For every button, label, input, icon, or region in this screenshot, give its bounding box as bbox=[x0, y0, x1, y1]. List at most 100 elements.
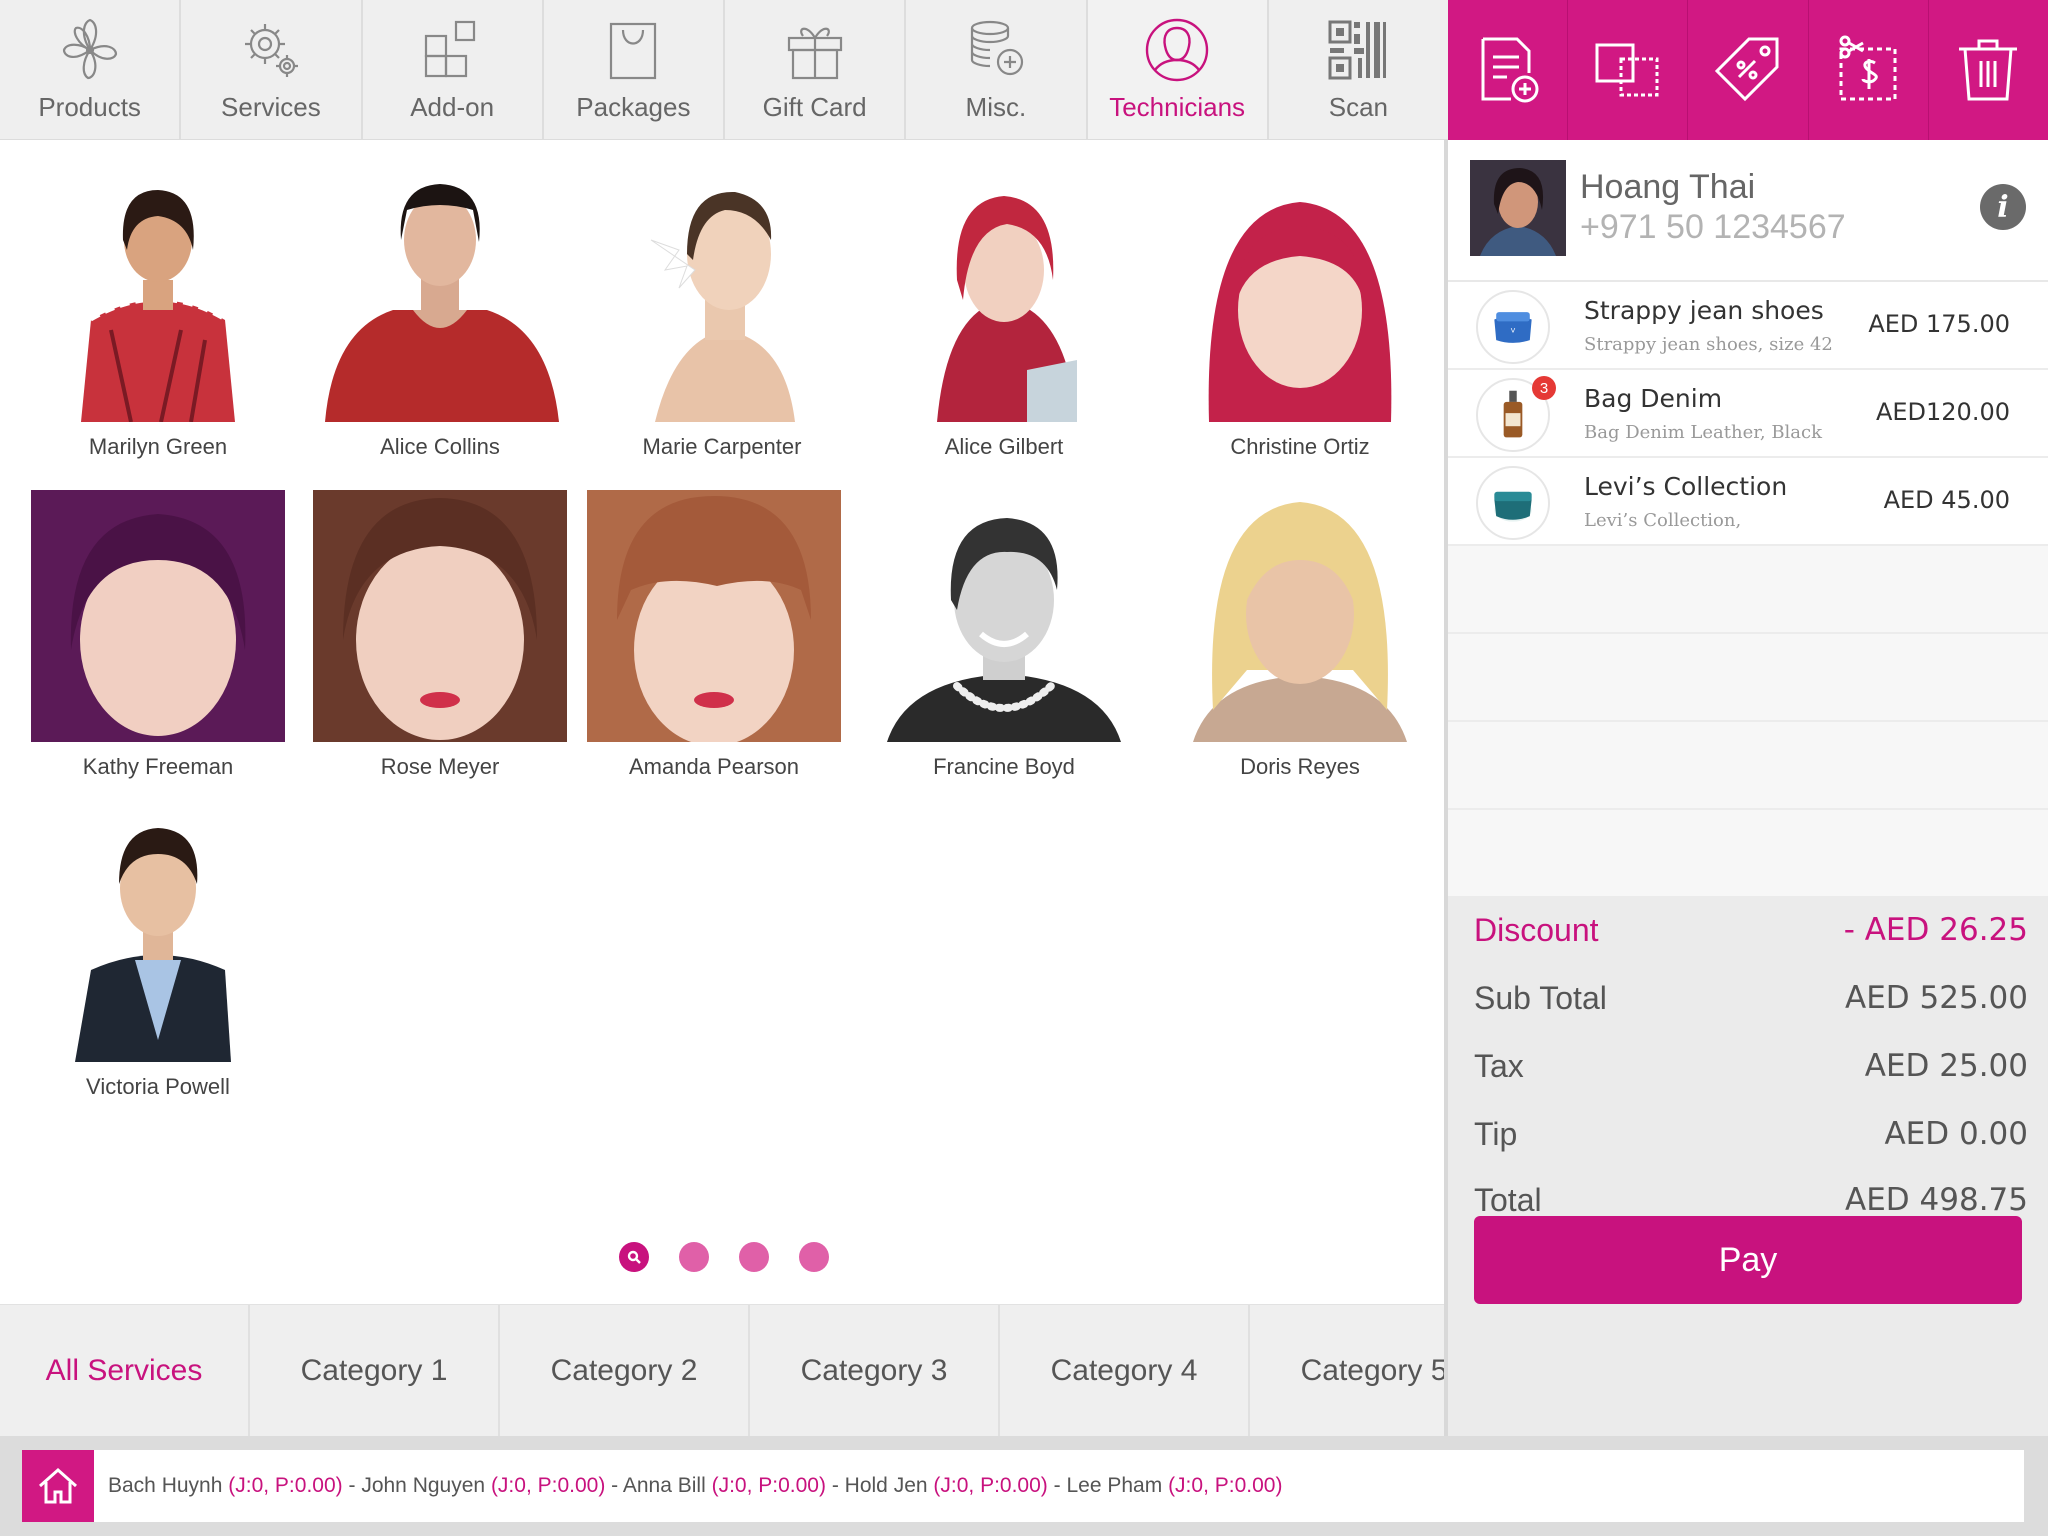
technician-name: Kathy Freeman bbox=[82, 754, 234, 779]
queue-tech-name[interactable]: Lee Pham bbox=[1066, 1474, 1162, 1497]
ticket-action-bar bbox=[1448, 0, 2048, 140]
queue-tech-name[interactable]: Bach Huynh bbox=[108, 1474, 222, 1497]
cart-item-price: AED 45.00 bbox=[1883, 486, 2010, 514]
page-indicator bbox=[0, 1242, 1444, 1272]
service-price-button[interactable] bbox=[1809, 0, 1929, 140]
technician-photo bbox=[31, 490, 285, 742]
product-thumbnail bbox=[1476, 466, 1550, 540]
tab-label: Products bbox=[38, 92, 141, 122]
technician-card[interactable]: Doris Reyes bbox=[1170, 490, 1430, 780]
queue-tech-name[interactable]: John Nguyen bbox=[361, 1474, 485, 1497]
technician-photo bbox=[1173, 170, 1427, 422]
tax-row: Tax AED 25.00 bbox=[1448, 1036, 2048, 1096]
discount-tag-icon bbox=[1714, 37, 1779, 102]
home-button[interactable] bbox=[22, 1450, 94, 1522]
technician-card[interactable]: Victoria Powell bbox=[28, 810, 288, 1100]
trash-icon bbox=[1959, 39, 2018, 101]
person-icon bbox=[1145, 18, 1209, 82]
technician-card[interactable]: Rose Meyer bbox=[310, 490, 570, 780]
category-item[interactable]: Category 1 bbox=[250, 1305, 500, 1436]
cart-item-desc: Strappy jean shoes, size 42 bbox=[1584, 334, 1833, 355]
tax-label: Tax bbox=[1474, 1047, 1524, 1084]
search-icon bbox=[627, 1250, 641, 1264]
tab-label: Scan bbox=[1328, 92, 1388, 122]
discount-label: Discount bbox=[1474, 911, 1599, 948]
cart-item[interactable]: V Strappy jean shoes Strappy jean shoes,… bbox=[1448, 282, 2048, 370]
tab-label: Add-on bbox=[410, 92, 495, 122]
tab-technicians[interactable]: Technicians bbox=[1087, 0, 1269, 139]
new-ticket-icon bbox=[1481, 37, 1539, 103]
split-ticket-button[interactable] bbox=[1568, 0, 1689, 140]
tip-row[interactable]: Tip AED 0.00 bbox=[1448, 1104, 2048, 1164]
queue-tech-name[interactable]: Anna Bill bbox=[623, 1474, 706, 1497]
page-dot[interactable] bbox=[679, 1242, 709, 1272]
tab-packages[interactable]: Packages bbox=[544, 0, 725, 139]
technician-name: Doris Reyes bbox=[1240, 754, 1360, 779]
cart-item[interactable]: Levi’s Collection Levi’s Collection, AED… bbox=[1448, 458, 2048, 546]
category-item[interactable]: Category 4 bbox=[1000, 1305, 1250, 1436]
service-price-icon bbox=[1839, 35, 1897, 101]
tab-add-on[interactable]: Add-on bbox=[363, 0, 544, 139]
tab-products[interactable]: Products bbox=[0, 0, 182, 139]
qr-code-icon bbox=[1328, 20, 1387, 80]
tab-scan[interactable]: Scan bbox=[1269, 0, 1448, 139]
cart-item-desc: Bag Denim Leather, Black bbox=[1584, 422, 1823, 443]
customer-header[interactable]: Hoang Thai +971 50 1234567 i bbox=[1448, 140, 2048, 282]
tab-services[interactable]: Services bbox=[181, 0, 363, 139]
tab-gift-card[interactable]: Gift Card bbox=[725, 0, 907, 139]
tab-misc[interactable]: Misc. bbox=[906, 0, 1088, 139]
page-dot[interactable] bbox=[739, 1242, 769, 1272]
tab-label: Packages bbox=[576, 92, 691, 122]
discount-button[interactable] bbox=[1688, 0, 1809, 140]
split-ticket-icon bbox=[1595, 43, 1659, 97]
new-ticket-button[interactable] bbox=[1448, 0, 1569, 140]
subtotal-label: Sub Total bbox=[1474, 979, 1607, 1016]
tab-label: Services bbox=[221, 92, 321, 122]
customer-info-button[interactable]: i bbox=[1980, 184, 2026, 230]
subtotal-value: AED 525.00 bbox=[1845, 980, 2028, 1016]
discount-value: - AED 26.25 bbox=[1843, 912, 2028, 948]
cart-item-name: Levi’s Collection bbox=[1584, 472, 1788, 501]
technician-card[interactable]: Marie Carpenter bbox=[592, 170, 852, 460]
pay-button[interactable]: Pay bbox=[1474, 1216, 2022, 1304]
product-thumbnail: 3 bbox=[1476, 376, 1556, 452]
page-dot[interactable] bbox=[799, 1242, 829, 1272]
technician-card[interactable]: Alice Gilbert bbox=[874, 170, 1134, 460]
category-item[interactable]: Category 2 bbox=[500, 1305, 750, 1436]
technician-card[interactable]: Amanda Pearson bbox=[584, 490, 844, 780]
technician-card[interactable]: Christine Ortiz bbox=[1170, 170, 1430, 460]
flower-icon bbox=[62, 18, 117, 80]
technician-grid: Marilyn Green Alice Collins Marie Carpen bbox=[0, 140, 1444, 1304]
cart-item[interactable]: 3 Bag Denim Bag Denim Leather, Black AED… bbox=[1448, 370, 2048, 458]
technician-name: Rose Meyer bbox=[380, 754, 500, 779]
svg-text:V: V bbox=[1511, 327, 1516, 335]
search-page-dot[interactable] bbox=[619, 1242, 649, 1272]
total-value: AED 498.75 bbox=[1845, 1182, 2028, 1218]
queue-tech-stat: (J:0, P:0.00) bbox=[228, 1474, 343, 1497]
technician-name: Amanda Pearson bbox=[629, 754, 799, 779]
technician-card[interactable]: Francine Boyd bbox=[874, 490, 1134, 780]
technician-name: Alice Collins bbox=[380, 434, 500, 459]
product-thumbnail: V bbox=[1476, 290, 1550, 364]
category-all-services[interactable]: All Services bbox=[0, 1305, 250, 1436]
home-icon bbox=[39, 1467, 77, 1504]
queue-text: Bach Huynh (J:0, P:0.00) - John Nguyen (… bbox=[108, 1474, 1282, 1498]
service-category-bar: All Services Category 1 Category 2 Categ… bbox=[0, 1304, 1444, 1436]
technician-photo bbox=[587, 490, 841, 742]
technician-card[interactable]: Marilyn Green bbox=[28, 170, 288, 460]
queue-tech-name[interactable]: Hold Jen bbox=[845, 1474, 928, 1497]
category-tabs: Products Services Add-on Packages Gift C… bbox=[0, 0, 1448, 140]
technician-queue-bar: Bach Huynh (J:0, P:0.00) - John Nguyen (… bbox=[0, 1436, 2048, 1536]
technician-name: Alice Gilbert bbox=[944, 434, 1064, 459]
category-item[interactable]: Category 3 bbox=[750, 1305, 1000, 1436]
tax-value: AED 25.00 bbox=[1864, 1048, 2028, 1084]
category-item[interactable]: Category 5 bbox=[1250, 1305, 1444, 1436]
total-label: Total bbox=[1474, 1181, 1542, 1218]
technician-card[interactable]: Alice Collins bbox=[310, 170, 570, 460]
delete-button[interactable] bbox=[1929, 0, 2048, 140]
ticket-panel: Hoang Thai +971 50 1234567 i V Strappy j… bbox=[1448, 140, 2048, 1436]
cart-item-name: Bag Denim bbox=[1584, 384, 1723, 413]
technician-card[interactable]: Kathy Freeman bbox=[28, 490, 288, 780]
gears-icon bbox=[244, 24, 298, 77]
discount-row[interactable]: Discount - AED 26.25 bbox=[1448, 900, 2048, 960]
